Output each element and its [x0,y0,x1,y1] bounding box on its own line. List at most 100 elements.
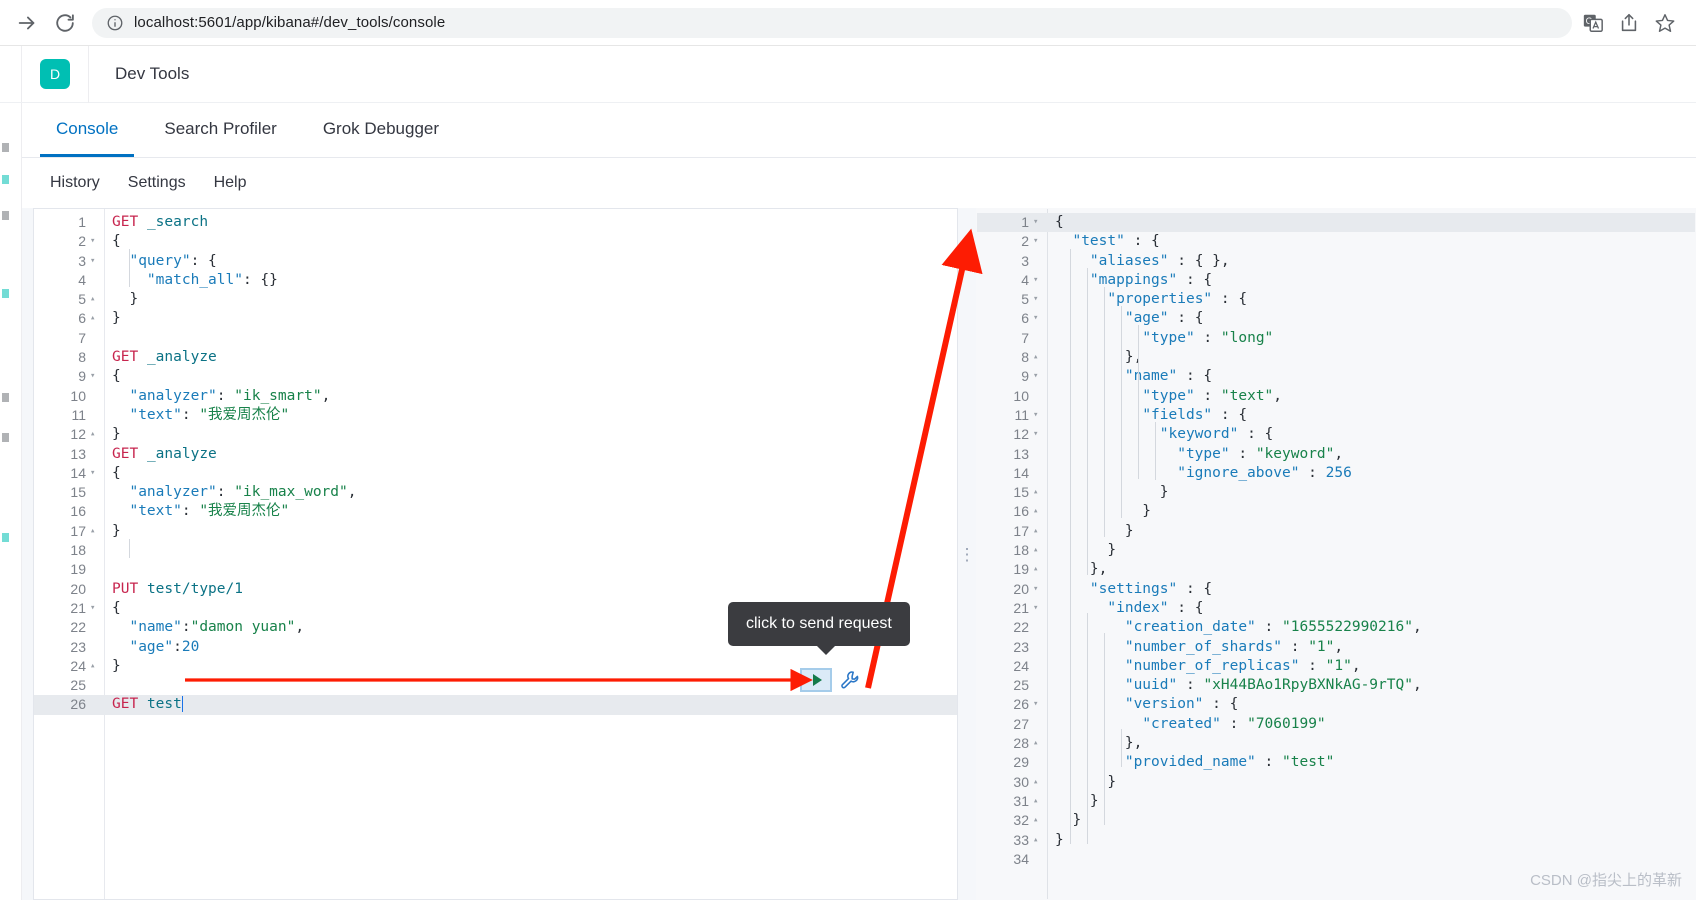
fold-toggle-icon[interactable]: ▾ [1033,425,1047,444]
fold-toggle-icon[interactable]: ▾ [90,252,104,271]
share-icon[interactable] [1618,12,1640,34]
translate-icon[interactable]: G [1582,12,1604,34]
code-line[interactable]: 7 [34,329,957,348]
code-line[interactable]: 23 "number_of_shards" : "1", [977,638,1695,657]
code-line[interactable]: 5 ▴ } [34,290,957,309]
fold-toggle-icon[interactable]: ▴ [1033,348,1047,367]
fold-toggle-icon[interactable]: ▴ [1033,773,1047,792]
code-line[interactable]: 26 GET test [34,695,957,715]
code-line[interactable]: 2 ▾ "test" : { [977,232,1695,251]
fold-toggle-icon[interactable]: ▴ [90,425,104,444]
code-line[interactable]: 14 "ignore_above" : 256 [977,464,1695,483]
code-line[interactable]: 16 ▴ } [977,502,1695,521]
code-line[interactable]: 6 ▾ "age" : { [977,309,1695,328]
code-line[interactable]: 24 "number_of_replicas" : "1", [977,657,1695,676]
code-line[interactable]: 29 "provided_name" : "test" [977,753,1695,772]
code-line[interactable]: 2 ▾ { [34,232,957,251]
tab-search-profiler[interactable]: Search Profiler [148,103,292,157]
code-line[interactable]: 16 "text": "我爱周杰伦" [34,502,957,521]
code-line[interactable]: 14 ▾ { [34,464,957,483]
code-line[interactable]: 31 ▴ } [977,792,1695,811]
fold-toggle-icon[interactable]: ▴ [1033,792,1047,811]
menu-item-help[interactable]: Help [214,174,247,192]
reload-icon[interactable] [50,8,80,38]
code-line[interactable]: 4 "match_all": {} [34,271,957,290]
code-line[interactable]: 18 [34,541,957,560]
menu-item-history[interactable]: History [50,174,100,192]
code-line[interactable]: 27 "created" : "7060199" [977,715,1695,734]
fold-toggle-icon[interactable]: ▾ [1033,695,1047,714]
code-line[interactable]: 21 ▾ "index" : { [977,599,1695,618]
code-line[interactable]: 7 "type" : "long" [977,329,1695,348]
code-line[interactable]: 15 "analyzer": "ik_max_word", [34,483,957,502]
response-editor[interactable]: 1 ▾{2 ▾ "test" : {3 "aliases" : { }, 4 ▾ "ma… [976,208,1696,900]
pane-resize-handle[interactable]: ⋮ [958,208,976,900]
code-line[interactable]: 20 PUT test/type/1 [34,580,957,599]
code-line[interactable]: 25 "uuid" : "xH44BAo1RpyBXNkAG-9rTQ", [977,676,1695,695]
code-line[interactable]: 28 ▴ }, [977,734,1695,753]
code-line[interactable]: 8 GET _analyze [34,348,957,367]
code-line[interactable]: 5 ▾ "properties" : { [977,290,1695,309]
tab-console[interactable]: Console [40,103,135,157]
code-line[interactable]: 6 ▴} [34,309,957,328]
code-line[interactable]: 10 "analyzer": "ik_smart", [34,387,957,406]
code-line[interactable]: 30 ▴ } [977,773,1695,792]
fold-toggle-icon[interactable]: ▴ [1033,734,1047,753]
code-line[interactable]: 3 ▾ "query": { [34,252,957,271]
code-line[interactable]: 10 "type" : "text", [977,387,1695,406]
code-line[interactable]: 11 "text": "我爱周杰伦" [34,406,957,425]
fold-toggle-icon[interactable]: ▴ [90,309,104,328]
code-line[interactable]: 13 "type" : "keyword", [977,445,1695,464]
code-line[interactable]: 11 ▾ "fields" : { [977,406,1695,425]
fold-toggle-icon[interactable]: ▾ [1033,271,1047,290]
fold-toggle-icon[interactable]: ▾ [1033,406,1047,425]
code-line[interactable]: 33 ▴} [977,831,1695,850]
code-line[interactable]: 1 ▾ { [977,213,1695,233]
fold-toggle-icon[interactable]: ▾ [1033,309,1047,328]
code-line[interactable]: 34 [977,850,1695,869]
code-line[interactable]: 18 ▴ } [977,541,1695,560]
fold-toggle-icon[interactable]: ▴ [1033,831,1047,850]
fold-toggle-icon[interactable]: ▾ [90,367,104,386]
site-info-icon[interactable] [106,14,124,32]
fold-toggle-icon[interactable]: ▴ [90,522,104,541]
code-line[interactable]: 9 ▾ { [34,367,957,386]
fold-toggle-icon[interactable]: ▾ [1033,213,1047,232]
fold-toggle-icon[interactable]: ▾ [90,232,104,251]
fold-toggle-icon[interactable]: ▾ [90,599,104,618]
code-line[interactable]: 26 ▾ "version" : { [977,695,1695,714]
code-line[interactable]: 12 ▾ "keyword" : { [977,425,1695,444]
left-nav-rail[interactable] [0,103,22,900]
fold-toggle-icon[interactable]: ▾ [1033,580,1047,599]
fold-toggle-icon[interactable]: ▾ [1033,232,1047,251]
code-line[interactable]: 19 ▴ }, [977,560,1695,579]
address-bar[interactable]: localhost:5601/app/kibana#/dev_tools/con… [92,7,1572,38]
code-line[interactable]: 19 [34,560,957,579]
request-options-wrench-button[interactable] [838,668,862,692]
code-line[interactable]: 12 ▴} [34,425,957,444]
code-line[interactable]: 22 "creation_date" : "1655522990216", [977,618,1695,637]
fold-toggle-icon[interactable]: ▴ [90,290,104,309]
code-line[interactable]: 8 ▴ }, [977,348,1695,367]
code-line[interactable]: 32 ▴ } [977,811,1695,830]
fold-toggle-icon[interactable]: ▾ [90,464,104,483]
menu-item-settings[interactable]: Settings [128,174,186,192]
fold-toggle-icon[interactable]: ▾ [1033,599,1047,618]
code-line[interactable]: 4 ▾ "mappings" : { [977,271,1695,290]
fold-toggle-icon[interactable]: ▾ [1033,290,1047,309]
fold-toggle-icon[interactable]: ▴ [1033,483,1047,502]
code-line[interactable]: 9 ▾ "name" : { [977,367,1695,386]
code-line[interactable]: 17 ▴ } [977,522,1695,541]
request-editor[interactable]: 1 GET _search 2 ▾{3 ▾ "query": {4 "match_all… [33,208,958,900]
tab-grok-debugger[interactable]: Grok Debugger [307,103,455,157]
code-line[interactable]: 17 ▴} [34,522,957,541]
fold-toggle-icon[interactable]: ▴ [1033,560,1047,579]
send-request-play-button[interactable] [800,668,832,692]
fold-toggle-icon[interactable]: ▴ [1033,522,1047,541]
code-line[interactable]: 13 GET _analyze [34,445,957,464]
fold-toggle-icon[interactable]: ▴ [1033,541,1047,560]
fold-toggle-icon[interactable]: ▴ [90,657,104,676]
code-line[interactable]: 15 ▴ } [977,483,1695,502]
forward-arrow-icon[interactable] [12,8,42,38]
fold-toggle-icon[interactable]: ▴ [1033,811,1047,830]
